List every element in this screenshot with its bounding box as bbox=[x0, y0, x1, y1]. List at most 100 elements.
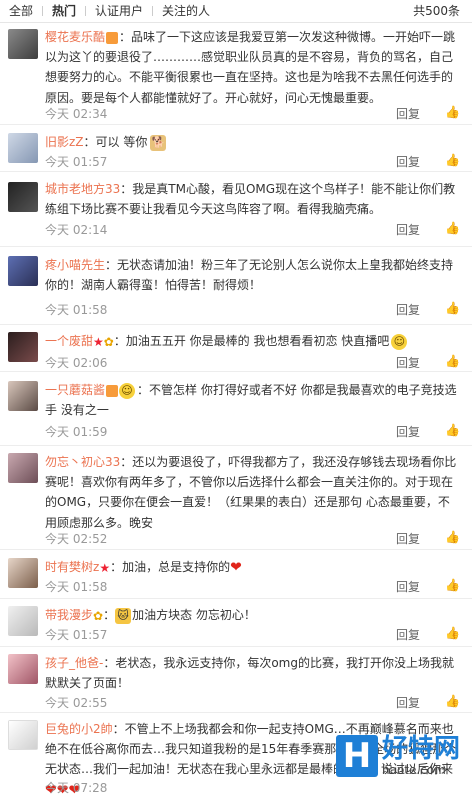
reply-button[interactable]: 回复 bbox=[396, 626, 420, 643]
avatar[interactable] bbox=[8, 720, 38, 750]
comment-total-count: 共500条 bbox=[413, 4, 460, 18]
comment-username[interactable]: 旧影zZ bbox=[45, 135, 84, 149]
comment-time: 今天 07:28 bbox=[45, 781, 108, 795]
thumbs-up-icon: 👍 bbox=[445, 221, 460, 235]
avatar[interactable] bbox=[8, 256, 38, 286]
reply-button[interactable]: 回复 bbox=[396, 153, 420, 170]
like-button[interactable]: 👍 bbox=[445, 626, 460, 640]
thumbs-up-icon: 👍 bbox=[445, 578, 460, 592]
h-logo-icon: H bbox=[336, 735, 378, 777]
comment-username[interactable]: 孩子_他爸- bbox=[45, 656, 103, 670]
like-button[interactable]: 👍 bbox=[445, 105, 460, 119]
watermark-url: haote.com bbox=[382, 763, 446, 777]
star-badge-icon: ★ bbox=[99, 560, 111, 575]
like-button[interactable]: 👍 bbox=[445, 530, 460, 544]
sticker-icon: ✿ bbox=[103, 334, 114, 349]
comment-text: ：加油，总是支持你的 bbox=[110, 560, 231, 574]
thumbs-up-icon: 👍 bbox=[445, 530, 460, 544]
comment-time: 今天 02:52 bbox=[45, 532, 108, 546]
comment-item: 勿忘丶初心33：还以为要退役了，吓得我都方了，我还没存够钱去现场看你比赛呢！喜欢… bbox=[0, 445, 472, 550]
badge-icon bbox=[106, 384, 119, 397]
comment-username[interactable]: 疼小喵先生 bbox=[45, 258, 105, 272]
comment-item: 疼小喵先生：无状态请加油！粉三年了无论别人怎么说你太上皇我都始终支持你的！湖南人… bbox=[0, 246, 472, 325]
badge-icon bbox=[106, 31, 119, 44]
site-watermark-logo: H 好特网 haote.com bbox=[336, 728, 466, 784]
comment-text: ：无状态请加油！粉三年了无论别人怎么说你太上皇我都始终支持你的！湖南人霸得蛮！怕… bbox=[45, 258, 454, 293]
thumbs-up-icon: 👍 bbox=[445, 354, 460, 368]
avatar[interactable] bbox=[8, 133, 38, 163]
comment-text: ：老状态，我永远支持你，每次omg的比赛，我打开你没上场我就默默关了页面！ bbox=[45, 656, 454, 691]
comment-time: 今天 01:57 bbox=[45, 628, 108, 642]
comment-text: ：可以 等你 bbox=[83, 135, 148, 149]
avatar[interactable] bbox=[8, 381, 38, 411]
thumbs-up-icon: 👍 bbox=[445, 301, 460, 315]
comment-item: 孩子_他爸-：老状态，我永远支持你，每次omg的比赛，我打开你没上场我就默默关了… bbox=[0, 646, 472, 713]
tab-verified-users[interactable]: 认证用户 bbox=[86, 0, 152, 22]
comment-time: 今天 01:58 bbox=[45, 303, 108, 317]
reply-button[interactable]: 回复 bbox=[396, 301, 420, 318]
reply-button[interactable]: 回复 bbox=[396, 423, 420, 440]
avatar[interactable] bbox=[8, 182, 38, 212]
reply-button[interactable]: 回复 bbox=[396, 578, 420, 595]
like-button[interactable]: 👍 bbox=[445, 354, 460, 368]
tab-hot[interactable]: 热门 bbox=[43, 0, 85, 22]
comment-separator: ： bbox=[103, 608, 116, 622]
thumbs-up-icon: 👍 bbox=[445, 694, 460, 708]
smiley-emoji-icon: ☺ bbox=[119, 382, 136, 399]
comment-username[interactable]: 勿忘丶初心33 bbox=[45, 455, 120, 469]
comment-time: 今天 02:14 bbox=[45, 223, 108, 237]
avatar[interactable] bbox=[8, 332, 38, 362]
watermark-name: 好特网 bbox=[382, 734, 461, 764]
thumbs-up-icon: 👍 bbox=[445, 105, 460, 119]
like-button[interactable]: 👍 bbox=[445, 301, 460, 315]
avatar[interactable] bbox=[8, 29, 38, 59]
like-button[interactable]: 👍 bbox=[445, 578, 460, 592]
comment-item: 带我漫步✿： 🐱 加油方块态 勿忘初心！ 今天 01:57 回复 👍 bbox=[0, 598, 472, 647]
comment-time: 今天 01:58 bbox=[45, 580, 108, 594]
tab-all[interactable]: 全部 bbox=[0, 0, 42, 22]
comment-username[interactable]: 带我漫步 bbox=[45, 608, 93, 622]
sticker-icon: ✿ bbox=[93, 608, 104, 623]
comment-time: 今天 02:34 bbox=[45, 107, 108, 121]
heart-emoji-icon: ❤ bbox=[230, 559, 242, 576]
comment-time: 今天 02:55 bbox=[45, 696, 108, 710]
reply-button[interactable]: 回复 bbox=[396, 221, 420, 238]
comment-item: 樱花麦乐酷 ：品味了一下这应该是我爱豆第一次发这种微博。一开始吓一跳以为这丫的要退… bbox=[0, 23, 472, 125]
like-button[interactable]: 👍 bbox=[445, 153, 460, 167]
comment-time: 今天 01:57 bbox=[45, 155, 108, 169]
comment-text: ：加油五五开 你是最棒的 我也想看看初恋 快直播吧 bbox=[113, 334, 390, 348]
comment-item: 一只蘑菇酱 ☺ ：不管怎样 你打得好或者不好 你都是我最喜欢的电子竞技选手 没有之一… bbox=[0, 371, 472, 446]
avatar[interactable] bbox=[8, 606, 38, 636]
avatar[interactable] bbox=[8, 558, 38, 588]
comment-item: 旧影zZ：可以 等你 🐕 今天 01:57 回复 👍 bbox=[0, 124, 472, 172]
reply-button[interactable]: 回复 bbox=[396, 530, 420, 547]
comment-item: 时有樊树z★：加油，总是支持你的❤ 今天 01:58 回复 👍 bbox=[0, 549, 472, 599]
reply-button[interactable]: 回复 bbox=[396, 354, 420, 371]
thumbs-up-icon: 👍 bbox=[445, 153, 460, 167]
dog-emoji-icon: 🐕 bbox=[150, 134, 167, 151]
star-badge-icon: ★ bbox=[93, 334, 104, 349]
comment-item: 城市老地方33：我是真TM心酸，看见OMG现在这个鸟样子！能不能让你们教练组下场… bbox=[0, 171, 472, 247]
avatar[interactable] bbox=[8, 654, 38, 684]
like-button[interactable]: 👍 bbox=[445, 694, 460, 708]
comment-text: 加油方块态 勿忘初心！ bbox=[132, 608, 256, 622]
thumbs-up-icon: 👍 bbox=[445, 626, 460, 640]
comment-username[interactable]: 一个废甜 bbox=[45, 334, 93, 348]
like-button[interactable]: 👍 bbox=[445, 221, 460, 235]
like-button[interactable]: 👍 bbox=[445, 423, 460, 437]
comment-username[interactable]: 巨兔的小2帥 bbox=[45, 722, 113, 736]
comment-username[interactable]: 城市老地方33 bbox=[45, 182, 120, 196]
smiley-emoji-icon: ☺ bbox=[391, 333, 408, 350]
tab-following[interactable]: 关注的人 bbox=[153, 0, 219, 22]
avatar[interactable] bbox=[8, 453, 38, 483]
comment-item: 一个废甜★✿：加油五五开 你是最棒的 我也想看看初恋 快直播吧 ☺ 今天 02:0… bbox=[0, 324, 472, 372]
comment-time: 今天 02:06 bbox=[45, 356, 108, 370]
comment-username[interactable]: 一只蘑菇酱 bbox=[45, 383, 105, 397]
reply-button[interactable]: 回复 bbox=[396, 105, 420, 122]
comment-username[interactable]: 樱花麦乐酷 bbox=[45, 30, 105, 44]
comment-username[interactable]: 时有樊树z bbox=[45, 560, 99, 574]
thumbs-up-icon: 👍 bbox=[445, 423, 460, 437]
cat-emoji-icon: 🐱 bbox=[115, 607, 132, 624]
reply-button[interactable]: 回复 bbox=[396, 694, 420, 711]
filter-tabs: 全部 热门 认证用户 关注的人 共500条 bbox=[0, 0, 472, 23]
